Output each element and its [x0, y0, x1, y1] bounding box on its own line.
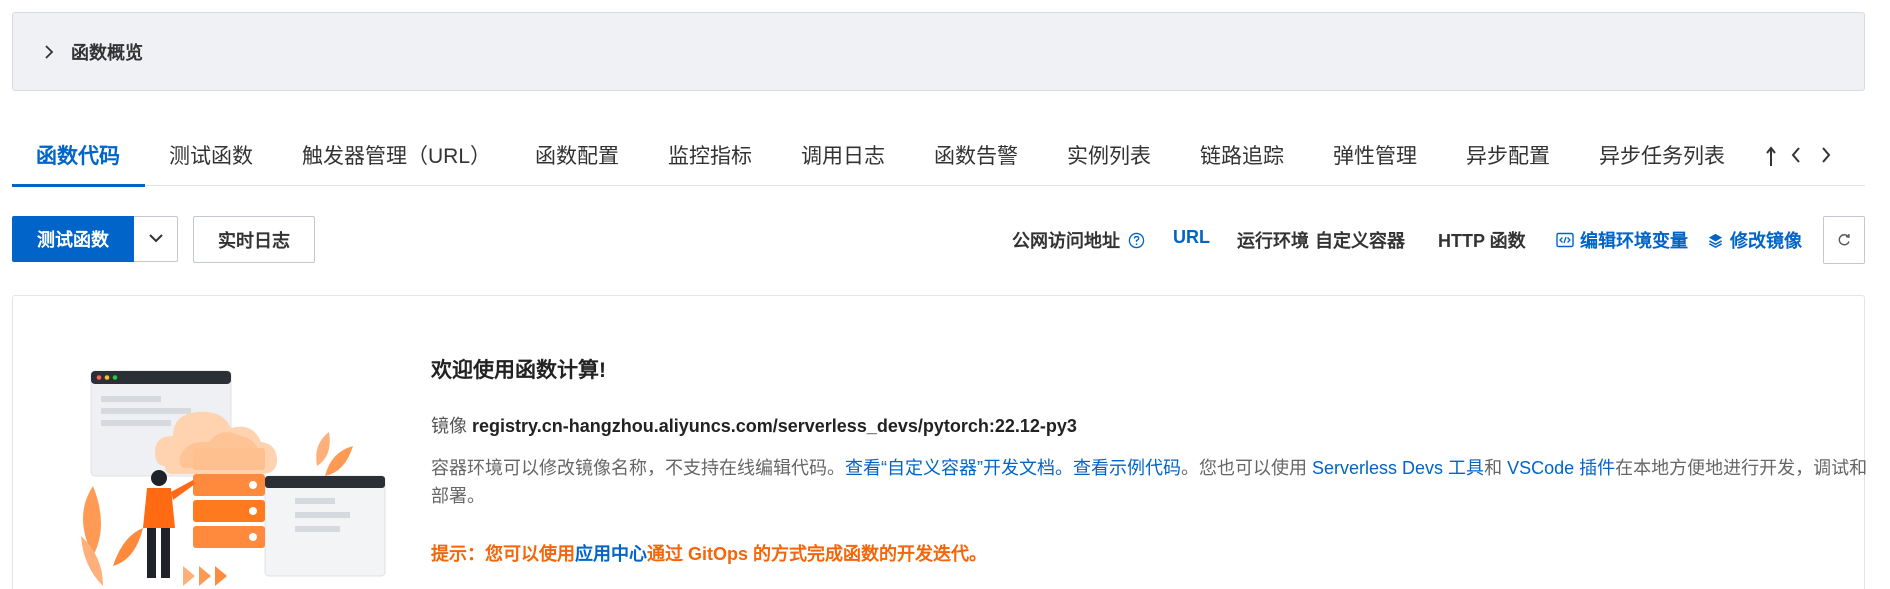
tab-monitoring-metrics[interactable]: 监控指标 [668, 140, 752, 186]
runtime-value: 自定义容器 [1315, 231, 1405, 251]
tab-overflow-partial [1764, 144, 1778, 168]
app-center-link[interactable]: 应用中心 [575, 544, 647, 564]
edit-env-vars-link[interactable]: 编辑环境变量 [1556, 227, 1688, 253]
test-function-dropdown[interactable] [134, 216, 178, 262]
tab-trigger-management[interactable]: 触发器管理（URL） [302, 140, 491, 186]
chevron-down-icon [148, 230, 164, 248]
welcome-title: 欢迎使用函数计算! [431, 359, 606, 382]
overview-title: 函数概览 [71, 42, 143, 63]
tab-test-function[interactable]: 测试函数 [169, 140, 253, 186]
tab-prev-icon[interactable] [1784, 140, 1808, 170]
function-tabs: 函数代码 测试函数 触发器管理（URL） 函数配置 监控指标 调用日志 函数告警… [12, 130, 1865, 187]
tab-invocation-logs[interactable]: 调用日志 [801, 140, 885, 186]
vscode-plugin-link[interactable]: VSCode 插件 [1507, 458, 1615, 478]
gitops-hint: 提示：您可以使用应用中心通过 GitOps 的方式完成函数的开发迭代。 [431, 544, 988, 564]
serverless-devs-link[interactable]: Serverless Devs 工具 [1312, 458, 1484, 478]
function-overview-collapse[interactable]: 函数概览 [12, 12, 1865, 91]
custom-container-docs-link[interactable]: 查看“自定义容器”开发文档。 [845, 458, 1073, 478]
welcome-panel: 欢迎使用函数计算! 镜像 registry.cn-hangzhou.aliyun… [12, 295, 1867, 589]
runtime-info: 运行环境 自定义容器 [1237, 227, 1405, 253]
chevron-right-icon [41, 44, 57, 60]
layers-icon [1707, 232, 1724, 249]
container-description: 容器环境可以修改镜像名称，不支持在线编辑代码。查看“自定义容器”开发文档。查看示… [431, 458, 1868, 506]
tab-instance-list[interactable]: 实例列表 [1067, 140, 1151, 186]
tab-async-config[interactable]: 异步配置 [1466, 140, 1550, 186]
public-access-label: 公网访问地址 [1012, 227, 1145, 253]
tab-tracing[interactable]: 链路追踪 [1200, 140, 1284, 186]
url-link[interactable]: URL [1173, 227, 1210, 248]
tab-function-alerts[interactable]: 函数告警 [934, 140, 1018, 186]
realtime-log-button[interactable]: 实时日志 [193, 216, 315, 263]
tab-function-code[interactable]: 函数代码 [12, 140, 145, 187]
tab-async-task-list[interactable]: 异步任务列表 [1599, 140, 1725, 186]
tab-next-icon[interactable] [1814, 140, 1838, 170]
code-icon [1556, 232, 1574, 248]
function-compute-illustration [73, 356, 413, 589]
edit-image-link[interactable]: 修改镜像 [1707, 227, 1802, 253]
refresh-button[interactable] [1823, 216, 1865, 264]
image-value: registry.cn-hangzhou.aliyuncs.com/server… [472, 416, 1077, 436]
tab-function-config[interactable]: 函数配置 [535, 140, 619, 186]
test-function-button[interactable]: 测试函数 [12, 216, 134, 262]
tab-elastic-management[interactable]: 弹性管理 [1333, 140, 1417, 186]
image-info: 镜像 registry.cn-hangzhou.aliyuncs.com/ser… [431, 416, 1077, 436]
function-type: HTTP 函数 [1438, 231, 1526, 251]
question-circle-icon[interactable] [1128, 232, 1145, 249]
sample-code-link[interactable]: 查看示例代码 [1073, 458, 1181, 478]
refresh-icon [1836, 232, 1852, 248]
